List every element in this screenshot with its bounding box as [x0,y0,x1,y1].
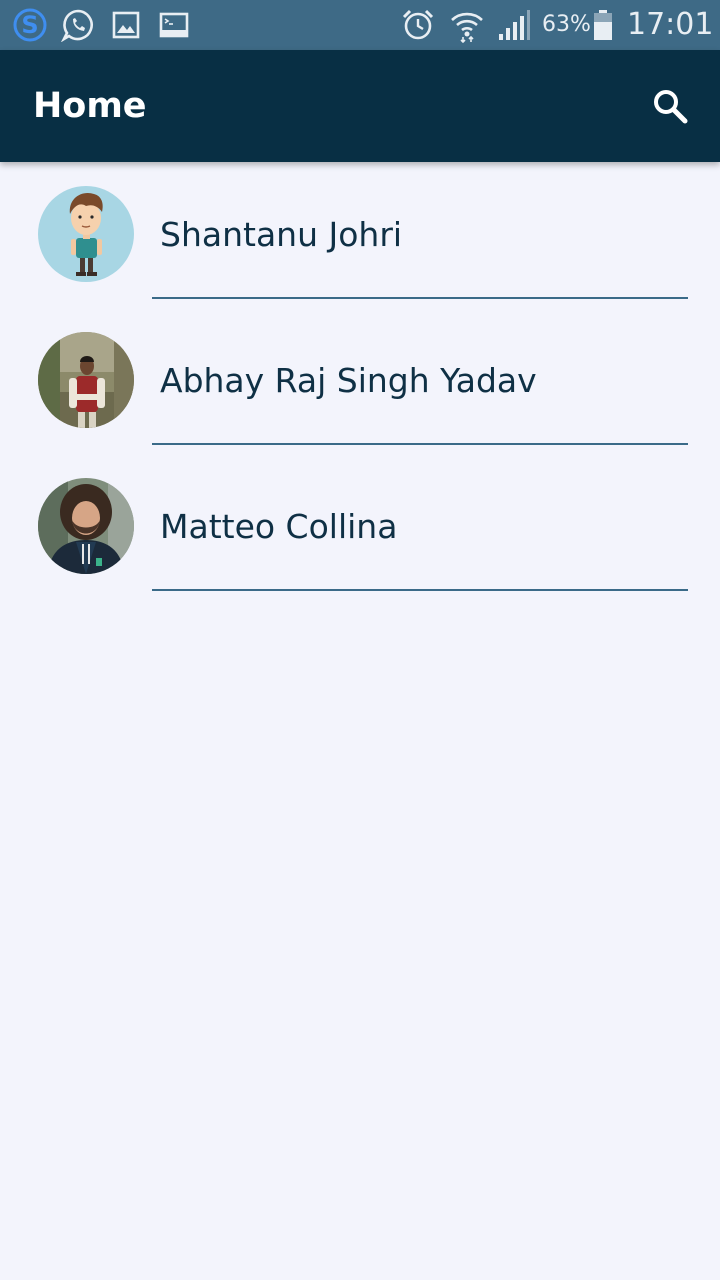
skype-icon: S [12,0,48,50]
divider [152,589,688,591]
battery-icon [592,0,614,50]
avatar [38,186,134,282]
divider [152,297,688,299]
divider [152,443,688,445]
page-title: Home [33,86,147,126]
contact-name: Matteo Collina [160,507,398,546]
contact-item[interactable]: Abhay Raj Singh Yadav [0,308,720,454]
cartoon-avatar [38,186,134,282]
avatar [38,478,134,574]
contact-name: Abhay Raj Singh Yadav [160,361,537,400]
photo-avatar [38,332,134,428]
search-button[interactable] [642,78,698,134]
terminal-icon [158,0,190,50]
gallery-icon [110,0,142,50]
contact-item[interactable]: Shantanu Johri [0,162,720,308]
whatsapp-icon [60,0,96,50]
svg-text:S: S [21,11,38,39]
photo-avatar [38,478,134,574]
battery-percent: 63% [542,12,591,37]
signal-icon [496,0,532,50]
search-icon [654,90,688,124]
wifi-icon [448,0,486,50]
contact-name: Shantanu Johri [160,215,403,254]
alarm-icon [400,0,436,50]
avatar [38,332,134,428]
contact-item[interactable]: Matteo Collina [0,454,720,600]
clock: 17:01 [627,7,714,42]
status-bar: S 63% 17:01 [0,0,720,50]
app-bar: Home [0,50,720,162]
